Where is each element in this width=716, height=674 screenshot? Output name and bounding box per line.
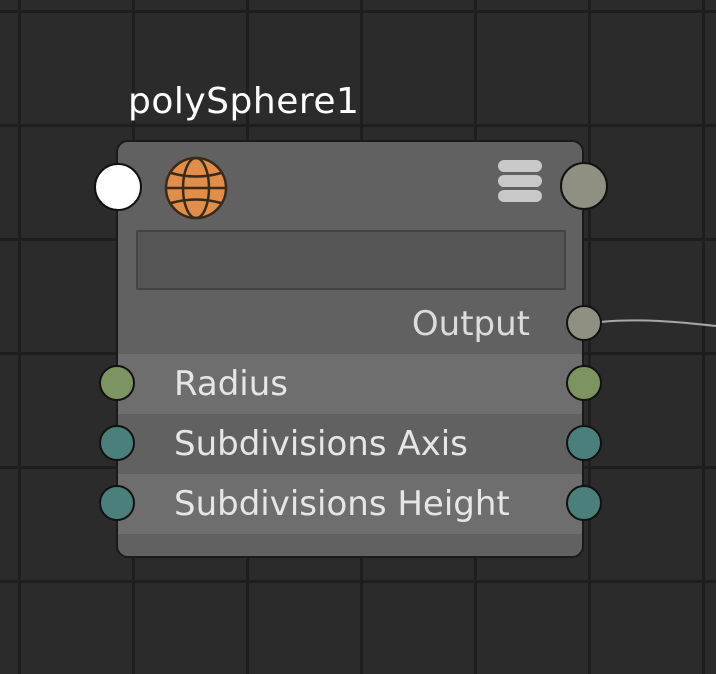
attribute-label-radius: Radius [174,364,289,404]
radius-input-port[interactable] [99,365,135,401]
node-header[interactable] [118,142,582,232]
node-body[interactable]: Output Radius Subdivisions Axis Subdivis… [116,140,584,558]
attribute-row-subdivisions-axis[interactable]: Subdivisions Axis [118,414,582,474]
hamburger-menu-icon[interactable] [498,160,544,204]
attribute-row-radius[interactable]: Radius [118,354,582,414]
subdivisions-height-output-port[interactable] [566,485,602,521]
subdivisions-axis-output-port[interactable] [566,425,602,461]
output-message-port[interactable] [560,162,608,210]
attribute-label-subdivisions-axis: Subdivisions Axis [174,424,468,464]
attribute-row-subdivisions-height[interactable]: Subdivisions Height [118,474,582,534]
output-port[interactable] [566,305,602,341]
node-title[interactable]: polySphere1 [128,80,359,124]
output-label: Output [411,304,530,344]
node-name-field[interactable] [136,230,566,290]
input-message-port[interactable] [94,163,142,211]
subdivisions-axis-input-port[interactable] [99,425,135,461]
sphere-icon [164,156,228,220]
node-editor-canvas[interactable]: polySphere1 Output Radius Subdivisions A… [0,0,716,674]
subdivisions-height-input-port[interactable] [99,485,135,521]
attribute-label-subdivisions-height: Subdivisions Height [174,484,510,524]
radius-output-port[interactable] [566,365,602,401]
